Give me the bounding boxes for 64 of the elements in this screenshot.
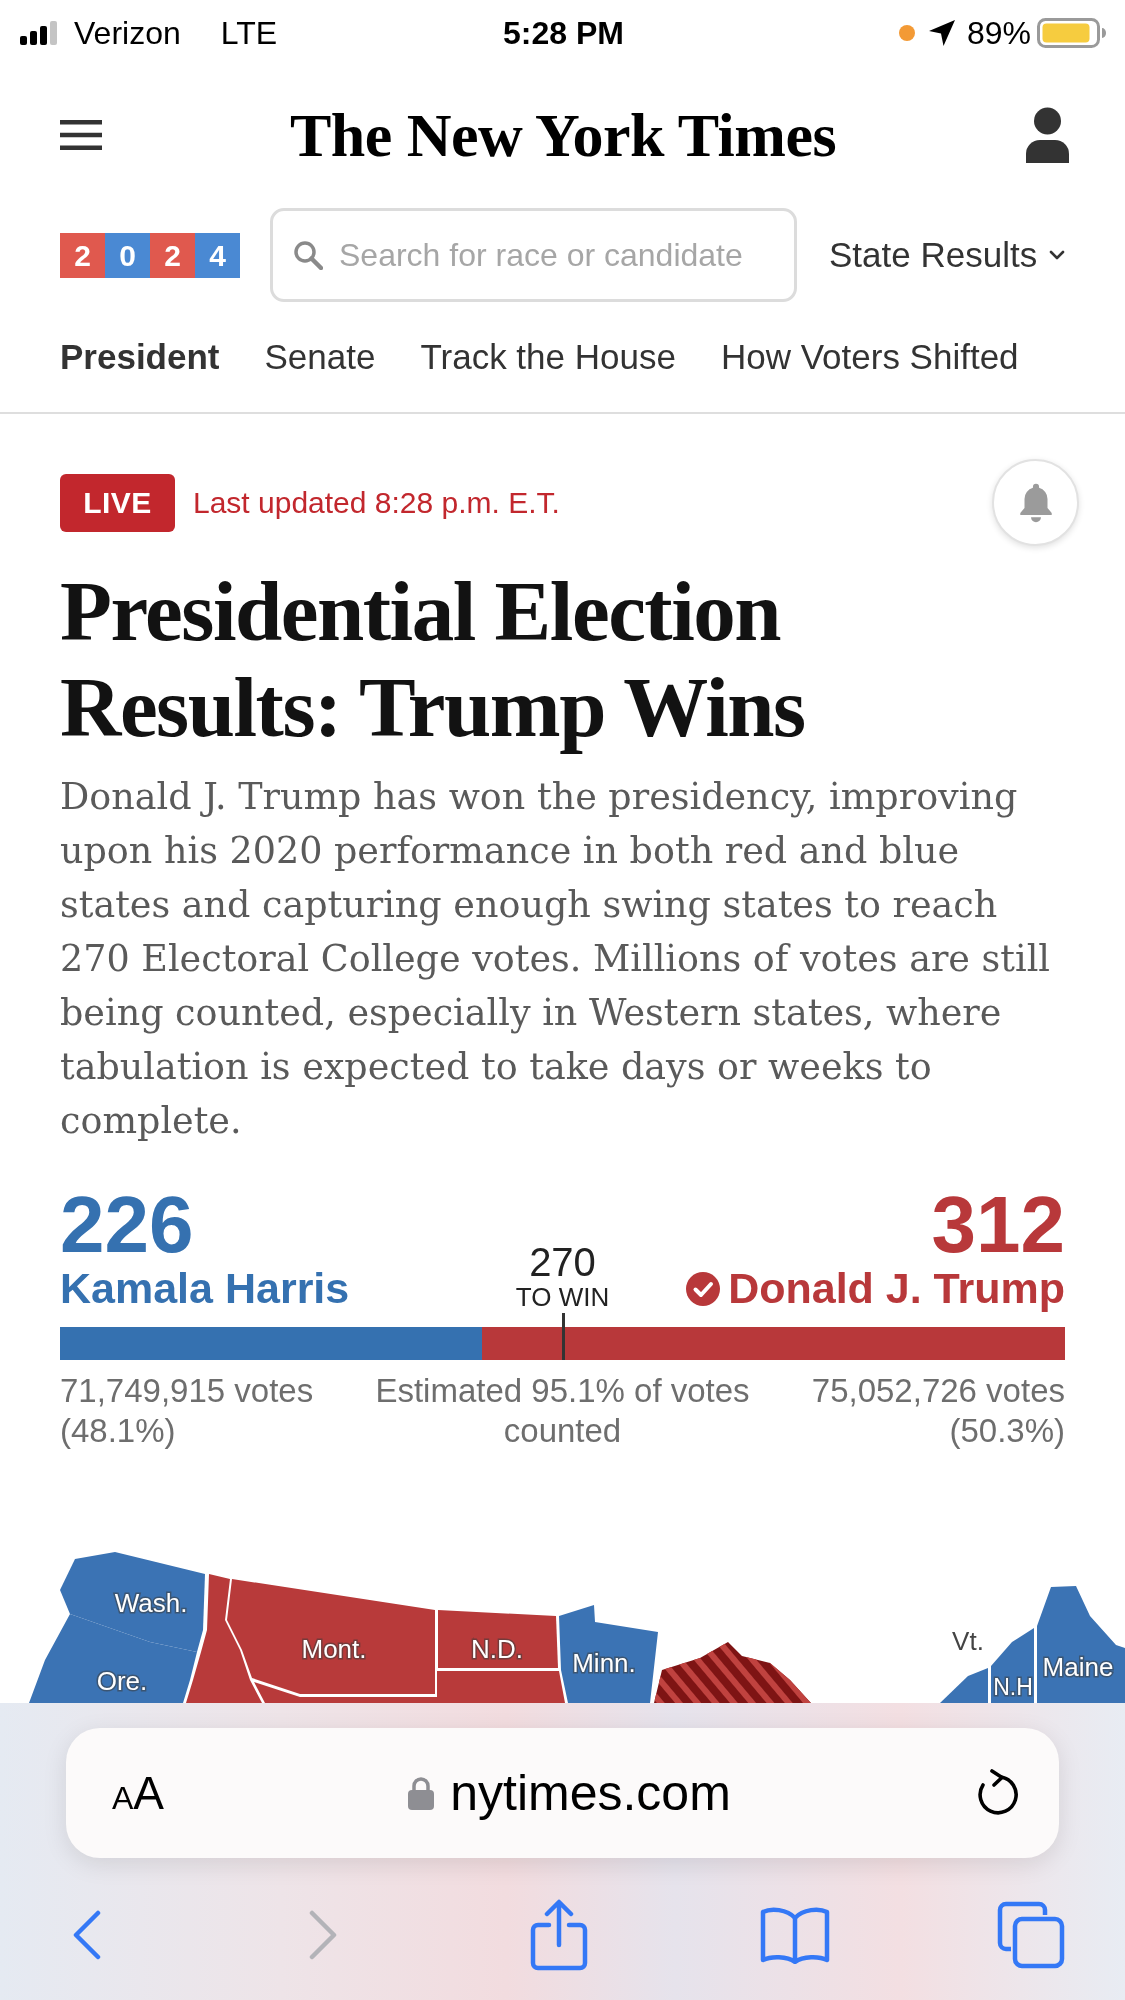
state-label: Mont. [301,1634,367,1664]
candidate-name: Donald J. Trump [728,1265,1065,1312]
electoral-vote-count: 226 [60,1185,195,1265]
threshold-label: TO WIN [515,1282,610,1312]
state-shape[interactable] [438,1610,558,1668]
popular-vote-text: 75,052,726 votes (50.3%) [810,1371,1065,1451]
state-label: Maine [1042,1652,1114,1682]
state-label: Ore. [96,1666,148,1696]
state-label: Minn. [572,1648,636,1678]
hatched-state-shape[interactable] [654,1642,811,1703]
tabs-icon[interactable] [997,1901,1065,1969]
state-label: N.H [993,1674,1033,1700]
text-size-button[interactable]: AA [112,1770,165,1816]
electoral-vote-count: 312 [930,1185,1065,1265]
year-badge-tile[interactable]: 2 [60,232,105,278]
year-badge-tile[interactable]: 0 [105,232,150,278]
state-shape[interactable] [991,1628,1034,1703]
reload-icon[interactable] [975,1769,1019,1817]
battery-icon [1037,18,1107,48]
state-shape[interactable] [1037,1586,1125,1703]
book-icon[interactable] [759,1906,831,1964]
state-shape[interactable] [254,1671,565,1703]
state-shape[interactable] [29,1614,197,1703]
network-type: LTE [220,14,278,53]
state-shape[interactable] [559,1605,658,1703]
share-icon[interactable] [530,1899,588,1971]
lock-icon [408,1776,435,1810]
state-shape[interactable] [186,1574,262,1703]
state-label: Wash. [114,1588,188,1618]
summary-text: Donald J. Trump has won the presidency, improving upon his 2020 performance in both red and blue states and capturing enough swing states to reach 270 Electoral College votes. Millions of votes are still being counted, especially in Western states, where tabulation is expected to take days or weeks to complete. [60,774,1051,1144]
address-bar[interactable]: AA nytimes.com [66,1728,1059,1858]
nav-tab[interactable]: Senate [264,336,376,378]
search-field[interactable]: Search for race or candidate [270,208,797,302]
user-icon[interactable] [1024,107,1071,163]
live-badge: LIVE [60,473,175,532]
popular-vote-text: 71,749,915 votes (48.1%) [60,1371,315,1451]
threshold-marker [561,1313,565,1360]
battery-percent: 89% [966,14,1031,53]
nav-tab[interactable]: Track the House [420,336,676,378]
site-logo[interactable]: The New York Times [289,104,837,166]
url-text[interactable]: nytimes.com [450,1765,731,1821]
clock-time: 5:28 PM [503,14,624,53]
state-label: Vt. [952,1626,984,1656]
caret-icon [1049,250,1066,260]
signal-icon [20,21,58,45]
candidate-name: Kamala Harris [60,1265,350,1312]
carrier-name: Verizon [74,14,181,53]
chevron-left-icon[interactable] [72,1910,102,1960]
threshold-number: 270 [529,1242,596,1282]
headline: Presidential Election Results: Trump Wins [60,563,806,755]
menu-icon[interactable] [60,120,102,150]
status-dot-icon [898,25,915,41]
notification-button[interactable] [992,459,1079,546]
votes-counted-text: Estimated 95.1% of votes counted [374,1371,751,1451]
nav-tab[interactable]: How Voters Shifted [720,336,1019,378]
location-arrow-icon [928,20,955,46]
year-badge-tile[interactable]: 4 [195,232,240,278]
last-updated-text: Last updated 8:28 p.m. E.T. [193,485,560,521]
search-icon [293,240,323,270]
state-results-dropdown[interactable]: State Results [829,234,1066,276]
nav-tab[interactable]: President [60,336,220,378]
year-badge-tile[interactable]: 2 [150,232,195,278]
state-shape[interactable] [227,1579,435,1694]
state-label: N.D. [471,1634,523,1664]
